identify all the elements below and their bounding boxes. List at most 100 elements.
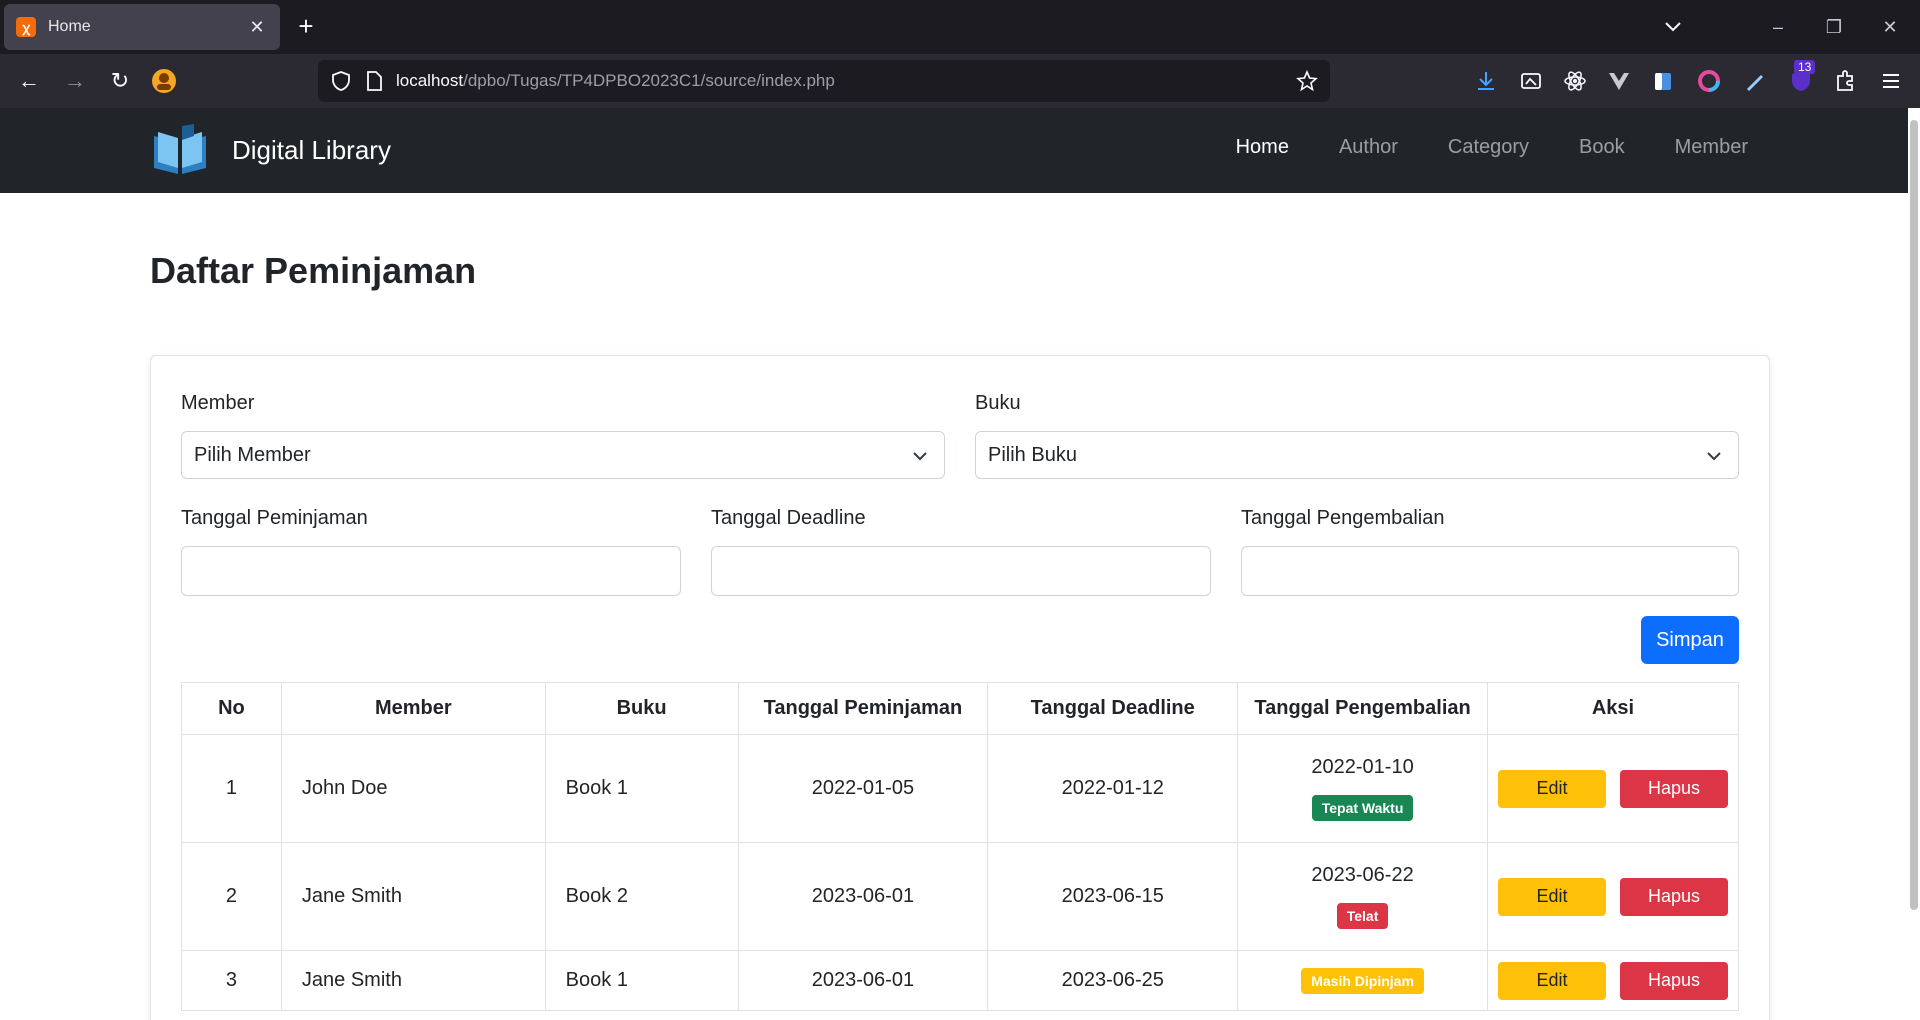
loan-card: Member Pilih Member Buku Pilih Buku Tang… bbox=[150, 355, 1770, 1020]
url-text[interactable]: localhost/dpbo/Tugas/TP4DPBO2023C1/sourc… bbox=[396, 71, 835, 91]
row-no: 3 bbox=[181, 950, 282, 1011]
row-tanggal-peminjaman: 2023-06-01 bbox=[737, 950, 989, 1011]
tanggal-deadline-input[interactable] bbox=[711, 546, 1211, 596]
tanggal-pengembalian-input[interactable] bbox=[1241, 546, 1739, 596]
minimize-icon[interactable]: – bbox=[1766, 14, 1790, 40]
row-no: 1 bbox=[181, 734, 282, 843]
downloads-icon[interactable] bbox=[1473, 68, 1499, 94]
loans-table: No Member Buku Tanggal Peminjaman Tangga… bbox=[181, 682, 1740, 1011]
nav-member[interactable]: Member bbox=[1675, 136, 1748, 159]
nav-category[interactable]: Category bbox=[1448, 136, 1529, 159]
table-row: 2 Jane Smith Book 2 2023-06-01 2023-06-1… bbox=[181, 842, 1740, 951]
row-tanggal-deadline: 2023-06-15 bbox=[987, 842, 1239, 951]
row-tanggal-deadline: 2023-06-25 bbox=[987, 950, 1239, 1011]
row-buku: Book 1 bbox=[544, 950, 739, 1011]
url-bar[interactable]: localhost/dpbo/Tugas/TP4DPBO2023C1/sourc… bbox=[318, 60, 1330, 102]
brand-name: Digital Library bbox=[232, 134, 391, 165]
react-devtools-icon[interactable] bbox=[1562, 68, 1588, 94]
row-aksi: Edit Hapus bbox=[1486, 842, 1740, 951]
restore-icon[interactable]: ❐ bbox=[1822, 14, 1846, 40]
reload-icon[interactable]: ↻ bbox=[105, 66, 135, 96]
browser-tab-bar: ꭓ Home ✕ + – ❐ ✕ bbox=[0, 0, 1920, 54]
nav-book[interactable]: Book bbox=[1579, 136, 1625, 159]
header-tanggal-peminjaman: Tanggal Peminjaman bbox=[737, 682, 989, 735]
edit-button[interactable]: Edit bbox=[1497, 769, 1606, 808]
status-badge: Telat bbox=[1336, 903, 1389, 929]
header-buku: Buku bbox=[544, 682, 739, 735]
edit-button[interactable]: Edit bbox=[1497, 961, 1606, 1000]
new-tab-icon[interactable]: + bbox=[292, 12, 320, 42]
shield-icon[interactable] bbox=[330, 70, 352, 92]
tanggal-pengembalian-label: Tanggal Pengembalian bbox=[1241, 507, 1445, 529]
edit-button[interactable]: Edit bbox=[1497, 877, 1606, 916]
scrollbar-thumb[interactable] bbox=[1910, 120, 1918, 910]
table-row: 1 John Doe Book 1 2022-01-05 2022-01-12 … bbox=[181, 734, 1740, 843]
member-label: Member bbox=[181, 392, 255, 414]
row-member: Jane Smith bbox=[280, 950, 546, 1011]
member-select-value: Pilih Member bbox=[194, 444, 311, 466]
chevron-down-icon bbox=[913, 452, 927, 461]
header-tanggal-pengembalian: Tanggal Pengembalian bbox=[1237, 682, 1488, 735]
notes-extension-icon[interactable] bbox=[1650, 68, 1676, 94]
browser-tab-home[interactable]: ꭓ Home ✕ bbox=[4, 4, 280, 50]
chevron-down-icon bbox=[1707, 452, 1721, 461]
close-tab-icon[interactable]: ✕ bbox=[246, 17, 268, 38]
screenshot-extension-icon[interactable] bbox=[1518, 68, 1544, 94]
buku-select[interactable]: Pilih Buku bbox=[975, 431, 1739, 479]
row-tanggal-pengembalian: 2022-01-10 Tepat Waktu bbox=[1237, 734, 1488, 843]
hamburger-menu-icon[interactable] bbox=[1878, 68, 1904, 94]
nav-home[interactable]: Home bbox=[1236, 136, 1289, 159]
vue-devtools-icon[interactable] bbox=[1606, 68, 1632, 94]
page-title: Daftar Peminjaman bbox=[150, 250, 477, 291]
hapus-button[interactable]: Hapus bbox=[1619, 961, 1728, 1000]
page-scrollbar[interactable] bbox=[1908, 108, 1920, 1020]
row-tanggal-deadline: 2022-01-12 bbox=[987, 734, 1239, 843]
status-badge: Tepat Waktu bbox=[1311, 795, 1414, 821]
pen-extension-icon[interactable] bbox=[1742, 68, 1768, 94]
bookmark-star-icon[interactable] bbox=[1296, 70, 1318, 92]
tanggal-deadline-label: Tanggal Deadline bbox=[711, 507, 866, 529]
hapus-button[interactable]: Hapus bbox=[1619, 769, 1728, 808]
brand[interactable]: Digital Library bbox=[150, 122, 391, 178]
header-tanggal-deadline: Tanggal Deadline bbox=[987, 682, 1239, 735]
book-logo-icon bbox=[154, 124, 206, 174]
account-avatar-icon[interactable] bbox=[150, 67, 178, 95]
page-viewport: Digital Library Home Author Category Boo… bbox=[0, 108, 1920, 1020]
row-member: John Doe bbox=[280, 734, 546, 843]
row-buku: Book 2 bbox=[544, 842, 739, 951]
row-tanggal-pengembalian: Masih Dipinjam bbox=[1237, 950, 1488, 1011]
simpan-button[interactable]: Simpan bbox=[1641, 616, 1739, 664]
table-header-row: No Member Buku Tanggal Peminjaman Tangga… bbox=[181, 682, 1740, 735]
extension-badge: 13 bbox=[1794, 60, 1816, 74]
extensions-puzzle-icon[interactable] bbox=[1832, 68, 1858, 94]
row-no: 2 bbox=[181, 842, 282, 951]
back-icon[interactable]: ← bbox=[14, 66, 44, 96]
tab-title: Home bbox=[48, 18, 91, 35]
header-no: No bbox=[181, 682, 282, 735]
row-buku: Book 1 bbox=[544, 734, 739, 843]
hapus-button[interactable]: Hapus bbox=[1619, 877, 1728, 916]
list-all-tabs-icon[interactable] bbox=[1660, 14, 1686, 40]
page-info-icon[interactable] bbox=[364, 70, 384, 92]
row-aksi: Edit Hapus bbox=[1486, 734, 1740, 843]
table-row: 3 Jane Smith Book 1 2023-06-01 2023-06-2… bbox=[181, 950, 1740, 1011]
header-member: Member bbox=[280, 682, 546, 735]
site-nav-links: Home Author Category Book Member bbox=[1186, 136, 1748, 159]
close-window-icon[interactable]: ✕ bbox=[1878, 14, 1902, 40]
return-date: 2023-06-22 bbox=[1311, 864, 1414, 886]
header-aksi: Aksi bbox=[1486, 682, 1740, 735]
tanggal-peminjaman-input[interactable] bbox=[181, 546, 681, 596]
member-select[interactable]: Pilih Member bbox=[181, 431, 945, 479]
buku-label: Buku bbox=[975, 392, 1021, 414]
forward-icon[interactable]: → bbox=[60, 66, 90, 96]
row-tanggal-pengembalian: 2023-06-22 Telat bbox=[1237, 842, 1488, 951]
row-member: Jane Smith bbox=[280, 842, 546, 951]
color-picker-icon[interactable] bbox=[1696, 68, 1722, 94]
browser-toolbar: ← → ↻ localhost/dpbo/Tugas/TP4DPBO2023C1… bbox=[0, 54, 1920, 108]
tanggal-peminjaman-label: Tanggal Peminjaman bbox=[181, 507, 368, 529]
row-tanggal-peminjaman: 2022-01-05 bbox=[737, 734, 989, 843]
row-tanggal-peminjaman: 2023-06-01 bbox=[737, 842, 989, 951]
xampp-favicon-icon: ꭓ bbox=[16, 17, 36, 37]
buku-select-value: Pilih Buku bbox=[988, 444, 1077, 466]
nav-author[interactable]: Author bbox=[1339, 136, 1398, 159]
